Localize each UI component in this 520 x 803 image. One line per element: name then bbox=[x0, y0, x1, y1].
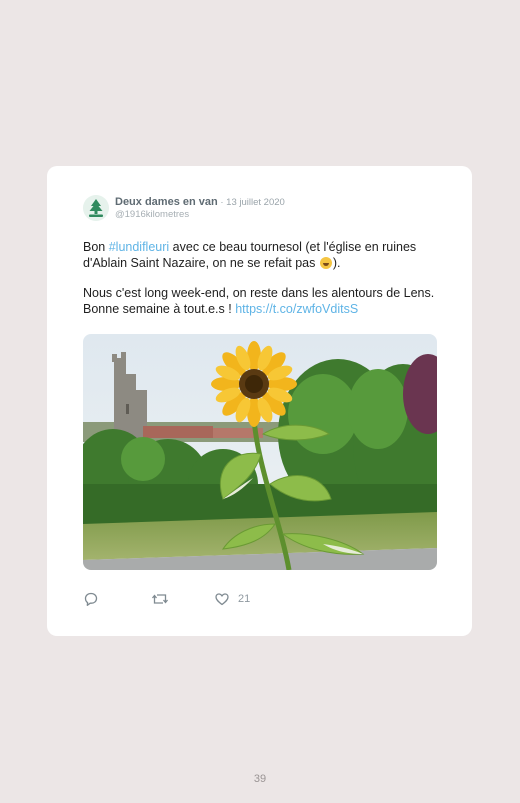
sunflower-photo-illustration bbox=[83, 334, 437, 570]
reply-icon bbox=[84, 592, 98, 606]
tweet-text: Bon #lundifleuri avec ce beau tournesol … bbox=[83, 240, 443, 332]
author-handle[interactable]: @1916kilometres bbox=[115, 209, 189, 220]
grinning-sweat-emoji-icon bbox=[319, 256, 332, 269]
tweet-photo[interactable] bbox=[83, 334, 437, 570]
heart-icon bbox=[215, 593, 229, 606]
like-button[interactable]: 21 bbox=[214, 591, 250, 607]
author-name[interactable]: Deux dames en van bbox=[115, 196, 218, 208]
author-line: Deux dames en van · 13 juillet 2020 bbox=[115, 195, 285, 210]
text-segment: ). bbox=[332, 255, 341, 270]
text-segment: Bon bbox=[83, 240, 109, 254]
author-avatar[interactable] bbox=[83, 195, 109, 221]
hashtag-link[interactable]: #lundifleuri bbox=[109, 240, 169, 254]
tweet-paragraph-1: Bon #lundifleuri avec ce beau tournesol … bbox=[83, 240, 443, 271]
tweet-card: Deux dames en van · 13 juillet 2020 @191… bbox=[47, 166, 472, 636]
tweet-paragraph-2: Nous c'est long week-end, on reste dans … bbox=[83, 286, 443, 317]
page-number: 39 bbox=[253, 773, 267, 785]
retweet-icon bbox=[151, 594, 169, 604]
tweet-link[interactable]: https://t.co/zwfoVditsS bbox=[235, 302, 358, 316]
retweet-button[interactable] bbox=[151, 591, 169, 607]
date-separator: · bbox=[217, 197, 227, 208]
tweet-date[interactable]: 13 juillet 2020 bbox=[226, 197, 285, 208]
sunflower-head bbox=[211, 341, 297, 427]
like-count: 21 bbox=[238, 593, 251, 605]
tree-logo-icon bbox=[83, 195, 109, 221]
tweet-actions: 21 bbox=[83, 591, 250, 607]
reply-button[interactable] bbox=[83, 591, 99, 607]
